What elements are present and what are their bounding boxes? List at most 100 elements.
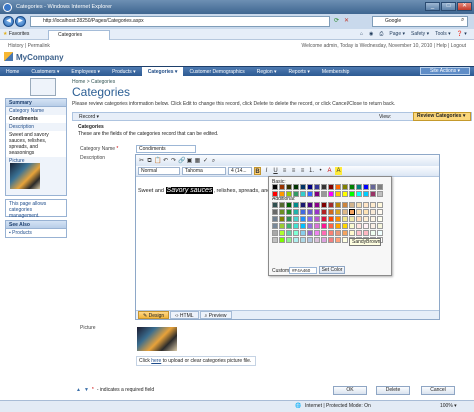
tab-preview[interactable]: ⌕ Preview (199, 311, 232, 319)
color-swatch[interactable] (335, 237, 341, 243)
color-swatch[interactable] (279, 216, 285, 222)
maximize-button[interactable]: □ (441, 2, 456, 11)
link-icon[interactable]: 🔗 (178, 157, 185, 165)
color-swatch[interactable] (342, 209, 348, 215)
color-swatch[interactable] (370, 202, 376, 208)
up-arrow-icon[interactable]: ▲ (76, 387, 81, 393)
color-swatch[interactable] (349, 202, 355, 208)
color-swatch[interactable] (300, 223, 306, 229)
down-arrow-icon[interactable]: ▼ (84, 387, 89, 393)
search-icon[interactable]: ⌕ (461, 17, 464, 24)
color-swatch[interactable] (335, 202, 341, 208)
color-swatch[interactable] (335, 216, 341, 222)
color-swatch[interactable] (307, 191, 313, 197)
color-swatch[interactable] (377, 216, 383, 222)
color-swatch[interactable] (349, 184, 355, 190)
menu-region[interactable]: Region ▾ (251, 67, 283, 77)
color-swatch[interactable] (300, 209, 306, 215)
color-swatch[interactable] (286, 202, 292, 208)
color-swatch[interactable] (342, 237, 348, 243)
color-swatch[interactable] (377, 230, 383, 236)
color-swatch[interactable] (272, 237, 278, 243)
search-input[interactable]: Google (372, 16, 468, 27)
delete-button[interactable]: Delete (376, 386, 410, 395)
color-swatch[interactable] (307, 216, 313, 222)
color-swatch[interactable] (356, 191, 362, 197)
color-swatch[interactable] (279, 191, 285, 197)
menu-categories[interactable]: Categories ▾ (141, 66, 184, 77)
sidebar-link-products[interactable]: ▪ Products (5, 229, 67, 238)
color-swatch[interactable] (363, 191, 369, 197)
spell-icon[interactable]: ✓ (202, 157, 209, 165)
color-swatch[interactable] (328, 191, 334, 197)
color-swatch[interactable] (293, 237, 299, 243)
color-swatch[interactable] (370, 209, 376, 215)
color-swatch[interactable] (328, 230, 334, 236)
paragraph-format-select[interactable]: Normal (138, 167, 180, 175)
safety-menu[interactable]: Safety ▾ (411, 31, 429, 37)
copy-icon[interactable]: ⧉ (146, 157, 153, 165)
color-swatch[interactable] (293, 184, 299, 190)
font-size-select[interactable]: 4 (14... (228, 167, 252, 175)
color-swatch[interactable] (321, 202, 327, 208)
color-swatch[interactable] (300, 230, 306, 236)
color-swatch[interactable] (335, 209, 341, 215)
close-button[interactable]: ✕ (457, 2, 472, 11)
color-swatch[interactable] (349, 230, 355, 236)
color-swatch[interactable] (314, 237, 320, 243)
color-swatch[interactable] (363, 230, 369, 236)
tab-html[interactable]: ‹› HTML (170, 311, 199, 319)
color-swatch[interactable] (348, 208, 356, 216)
redo-icon[interactable]: ↷ (170, 157, 177, 165)
color-swatch[interactable] (300, 237, 306, 243)
color-swatch[interactable] (370, 223, 376, 229)
bullet-list-icon[interactable]: • (317, 167, 324, 175)
color-swatch[interactable] (363, 216, 369, 222)
color-swatch[interactable] (307, 184, 313, 190)
cancel-button[interactable]: Cancel (421, 386, 455, 395)
color-swatch[interactable] (377, 223, 383, 229)
color-swatch[interactable] (279, 237, 285, 243)
menu-products[interactable]: Products ▾ (106, 67, 142, 77)
align-center-icon[interactable]: ≡ (290, 167, 297, 175)
color-swatch[interactable] (286, 237, 292, 243)
menu-employees[interactable]: Employees ▾ (65, 67, 106, 77)
record-menu[interactable]: Record ▾ (79, 114, 99, 120)
color-swatch[interactable] (335, 230, 341, 236)
color-swatch[interactable] (342, 216, 348, 222)
ok-button[interactable]: OK (333, 386, 367, 395)
tab-design[interactable]: ✎ Design (138, 311, 170, 319)
color-swatch[interactable] (370, 184, 376, 190)
color-swatch[interactable] (321, 237, 327, 243)
color-swatch[interactable] (272, 184, 278, 190)
color-swatch[interactable] (272, 209, 278, 215)
color-swatch[interactable] (356, 202, 362, 208)
color-swatch[interactable] (335, 191, 341, 197)
font-color-icon[interactable]: A (326, 167, 333, 175)
bold-button[interactable]: B (254, 167, 261, 175)
undo-icon[interactable]: ↶ (162, 157, 169, 165)
zoom-level[interactable]: 100% ▾ (440, 401, 457, 412)
table-icon[interactable]: ▦ (194, 157, 201, 165)
color-swatch[interactable] (300, 216, 306, 222)
italic-button[interactable]: I (263, 167, 270, 175)
color-swatch[interactable] (377, 191, 383, 197)
color-swatch[interactable] (342, 184, 348, 190)
color-swatch[interactable] (314, 191, 320, 197)
color-swatch[interactable] (342, 202, 348, 208)
color-swatch[interactable] (300, 202, 306, 208)
color-swatch[interactable] (293, 230, 299, 236)
color-swatch[interactable] (286, 184, 292, 190)
color-swatch[interactable] (328, 223, 334, 229)
color-swatch[interactable] (307, 237, 313, 243)
color-swatch[interactable] (377, 184, 383, 190)
color-swatch[interactable] (286, 216, 292, 222)
color-swatch[interactable] (363, 202, 369, 208)
color-swatch[interactable] (321, 191, 327, 197)
color-swatch[interactable] (356, 209, 362, 215)
refresh-icon[interactable]: ⟳ (334, 17, 339, 24)
editor-content[interactable]: Sweet and Savory sauces, relishes, sprea… (138, 187, 281, 194)
print-icon[interactable]: ⎙ (379, 31, 383, 37)
color-swatch[interactable] (279, 223, 285, 229)
rss-icon[interactable]: ◉ (369, 31, 373, 37)
